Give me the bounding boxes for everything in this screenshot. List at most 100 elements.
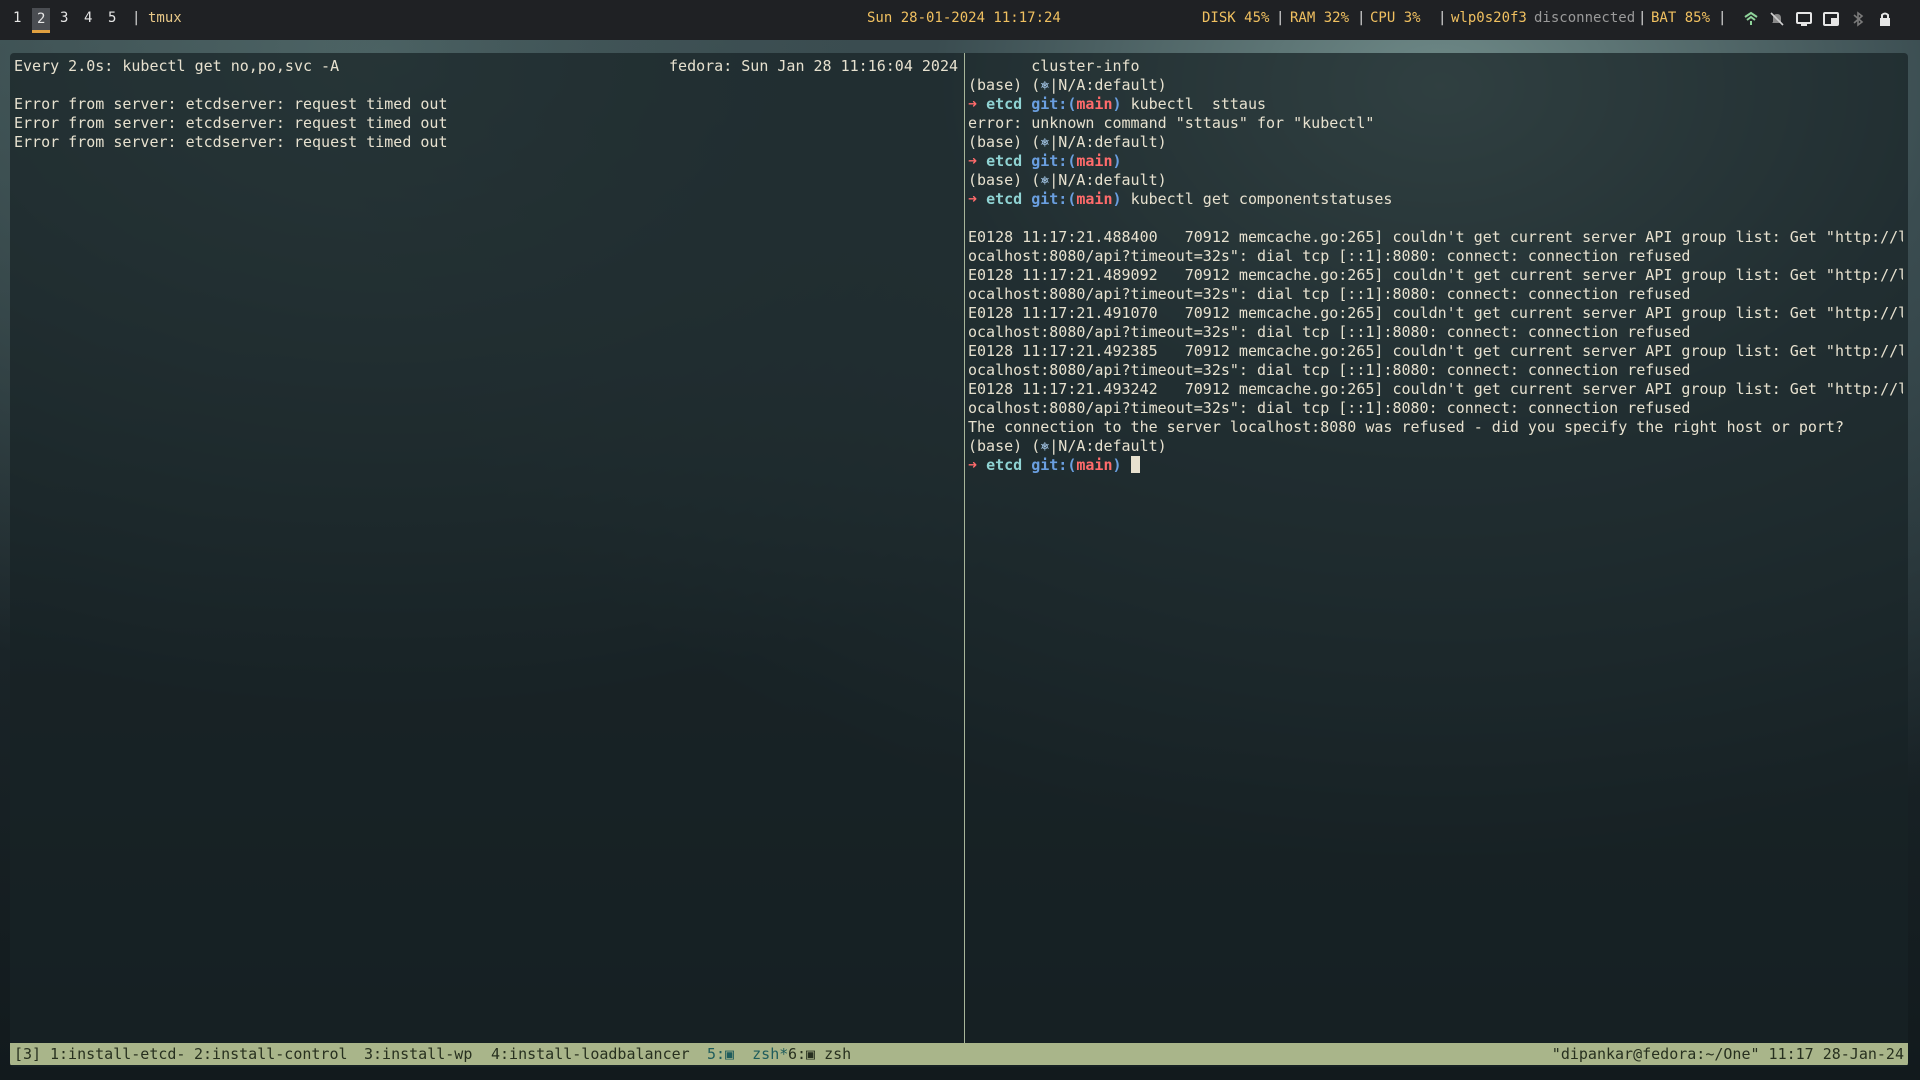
workspace-3[interactable]: 3 <box>60 10 68 26</box>
tmux-session-label: [3] <box>14 1045 42 1063</box>
watch-header: Every 2.0s: kubectl get no,po,svc -A fed… <box>14 57 962 76</box>
clock[interactable]: Sun 28-01-2024 11:17:24 <box>867 10 1061 26</box>
command-text: kubectl get componentstatuses <box>1130 190 1393 208</box>
tmux-window-1[interactable]: 1:install-etcd- <box>50 1043 185 1065</box>
helm-icon: ⎈ <box>1040 437 1050 455</box>
prompt-branch: main <box>1076 190 1113 208</box>
text-cursor[interactable] <box>1130 456 1140 473</box>
prompt-dir: etcd <box>986 152 1023 170</box>
lock-icon[interactable] <box>1876 10 1894 28</box>
prompt-env: (base) (⎈|N/A:default) <box>968 133 1903 152</box>
error-line: error: unknown command "sttaus" for "kub… <box>968 114 1375 132</box>
helm-icon: ⎈ <box>1040 133 1050 151</box>
prompt-git-close: ) <box>1112 95 1122 113</box>
env-label: (base) ( <box>968 437 1041 455</box>
workspace-1[interactable]: 1 <box>13 10 21 26</box>
prompt-env: (base) (⎈|N/A:default) <box>968 76 1903 95</box>
log-line: ocalhost:8080/api?timeout=32s": dial tcp… <box>968 399 1691 417</box>
prompt-env: (base) (⎈|N/A:default) <box>968 437 1903 456</box>
env-label: (base) ( <box>968 133 1041 151</box>
workspace-4[interactable]: 4 <box>84 10 92 26</box>
output-line: cluster-info <box>968 57 1140 75</box>
watch-timestamp: fedora: Sun Jan 28 11:16:04 2024 <box>669 57 958 75</box>
right-pane-shell[interactable]: cluster-info (base) (⎈|N/A:default) ➜ et… <box>968 57 1903 1040</box>
log-line: E0128 11:17:21.488400 70912 memcache.go:… <box>968 228 1903 246</box>
cpu-usage: CPU 3% <box>1370 10 1421 26</box>
workspace-2-active[interactable]: 2 <box>32 8 51 33</box>
prompt-git-close: ) <box>1112 190 1122 208</box>
context-label: |N/A:default) <box>1049 437 1167 455</box>
log-line: E0128 11:17:21.492385 70912 memcache.go:… <box>968 342 1903 360</box>
prompt-line: ➜ etcd git:(main) <box>968 152 1903 171</box>
log-line: ocalhost:8080/api?timeout=32s": dial tcp… <box>968 285 1691 303</box>
prompt-line: ➜ etcd git:(main) kubectl get components… <box>968 190 1903 209</box>
env-label: (base) ( <box>968 76 1041 94</box>
prompt-arrow-icon: ➜ <box>968 152 978 170</box>
env-label: (base) ( <box>968 171 1041 189</box>
log-line: E0128 11:17:21.491070 70912 memcache.go:… <box>968 304 1903 322</box>
prompt-git: git:( <box>1031 152 1077 170</box>
tmux-host-time: "dipankar@fedora:~/One" 11:17 28-Jan-24 <box>1551 1045 1904 1063</box>
helm-icon: ⎈ <box>1040 76 1050 94</box>
prompt-git-close: ) <box>1112 152 1122 170</box>
context-label: |N/A:default) <box>1049 171 1167 189</box>
command-text: kubectl sttaus <box>1130 95 1267 113</box>
prompt-arrow-icon: ➜ <box>968 190 978 208</box>
prompt-arrow-icon: ➜ <box>968 95 978 113</box>
error-line: The connection to the server localhost:8… <box>968 418 1844 436</box>
network-icon[interactable] <box>1742 10 1760 28</box>
wifi-state: disconnected <box>1534 10 1636 26</box>
watch-command: Every 2.0s: kubectl get no,po,svc -A <box>14 57 340 75</box>
log-line: ocalhost:8080/api?timeout=32s": dial tcp… <box>968 323 1691 341</box>
workspace-5[interactable]: 5 <box>108 10 116 26</box>
prompt-dir: etcd <box>986 456 1023 474</box>
prompt-dir: etcd <box>986 95 1023 113</box>
screen-icon[interactable] <box>1795 10 1813 28</box>
wifi-interface: wlp0s20f3 <box>1451 10 1527 26</box>
tmux-window-3[interactable]: 3:install-wp <box>364 1043 472 1065</box>
bar-separator: | <box>1276 10 1285 26</box>
disk-usage: DISK 45% <box>1202 10 1270 26</box>
prompt-git-close: ) <box>1112 456 1122 474</box>
tmux-status-bar: [3] 1:install-etcd- 2:install-control 3:… <box>10 1043 1908 1065</box>
helm-icon: ⎈ <box>1040 171 1050 189</box>
bar-separator: | <box>132 10 141 26</box>
tmux-window-6[interactable]: 6:▣ zsh <box>788 1043 851 1065</box>
prompt-dir: etcd <box>986 190 1023 208</box>
prompt-git: git:( <box>1031 190 1077 208</box>
bluetooth-icon[interactable] <box>1849 10 1867 28</box>
muted-bell-icon[interactable] <box>1768 10 1786 28</box>
bar-separator: | <box>1718 10 1727 26</box>
pane-divider[interactable] <box>964 53 965 1043</box>
bar-separator: | <box>1438 10 1447 26</box>
prompt-git: git:( <box>1031 95 1077 113</box>
prompt-line: ➜ etcd git:(main) kubectl sttaus <box>968 95 1903 114</box>
prompt-line-current[interactable]: ➜ etcd git:(main) <box>968 456 1903 475</box>
error-line: Error from server: etcdserver: request t… <box>14 133 448 151</box>
log-line: E0128 11:17:21.489092 70912 memcache.go:… <box>968 266 1903 284</box>
prompt-branch: main <box>1076 456 1113 474</box>
left-pane-watch[interactable]: Every 2.0s: kubectl get no,po,svc -A fed… <box>14 57 962 1040</box>
tmux-window-5-current[interactable]: 5:▣ zsh* <box>707 1043 788 1065</box>
prompt-branch: main <box>1076 95 1113 113</box>
terminal-window[interactable]: Every 2.0s: kubectl get no,po,svc -A fed… <box>10 53 1908 1067</box>
battery-level: BAT 85% <box>1651 10 1711 26</box>
focused-window-title: tmux <box>148 10 182 26</box>
error-line: Error from server: etcdserver: request t… <box>14 95 448 113</box>
context-label: |N/A:default) <box>1049 133 1167 151</box>
tmux-window-2[interactable]: 2:install-control <box>194 1043 348 1065</box>
log-line: ocalhost:8080/api?timeout=32s": dial tcp… <box>968 361 1691 379</box>
context-label: |N/A:default) <box>1049 76 1167 94</box>
log-line: E0128 11:17:21.493242 70912 memcache.go:… <box>968 380 1903 398</box>
top-status-bar: 1 2 3 4 5 | tmux Sun 28-01-2024 11:17:24… <box>0 0 1920 40</box>
prompt-branch: main <box>1076 152 1113 170</box>
ram-usage: RAM 32% <box>1290 10 1350 26</box>
window-icon[interactable] <box>1822 10 1840 28</box>
bar-separator: | <box>1638 10 1647 26</box>
error-line: Error from server: etcdserver: request t… <box>14 114 448 132</box>
tmux-window-4[interactable]: 4:install-loadbalancer <box>491 1043 690 1065</box>
log-line: ocalhost:8080/api?timeout=32s": dial tcp… <box>968 247 1691 265</box>
prompt-env: (base) (⎈|N/A:default) <box>968 171 1903 190</box>
